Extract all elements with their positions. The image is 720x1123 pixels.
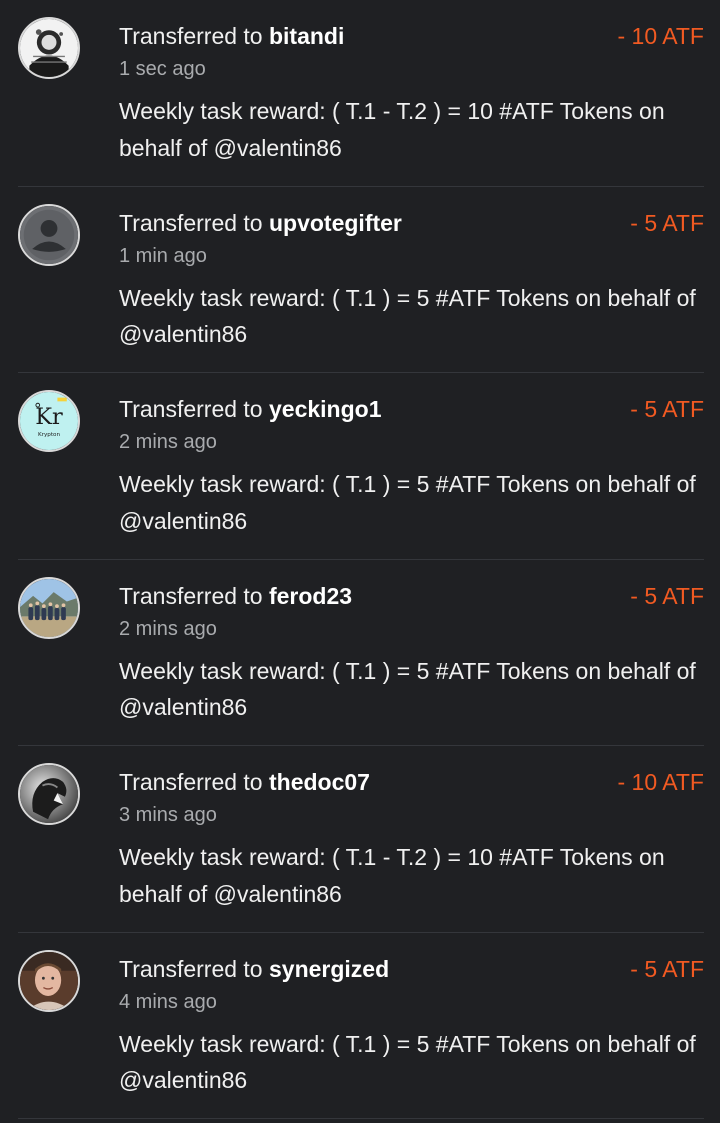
user-avatar-icon[interactable]: [18, 17, 80, 79]
transfer-prefix: Transferred to: [119, 955, 263, 982]
transfer-item: Transferred to upvotegifter - 5 ATF 1 mi…: [18, 187, 704, 373]
element-name: Krypton: [38, 432, 60, 438]
recipient-username[interactable]: upvotegifter: [269, 210, 402, 236]
element-symbol: Kr: [35, 404, 63, 430]
transfer-prefix: Transferred to: [119, 23, 263, 49]
transfer-prefix: Transferred to: [119, 209, 263, 236]
transfer-item: Transferred to synergized - 5 ATF 4 mins…: [18, 933, 704, 1119]
recipient-username[interactable]: bitandi: [269, 23, 344, 49]
transfer-feed: Transferred to bitandi - 10 ATF 1 sec ag…: [0, 0, 720, 1123]
recipient-username[interactable]: yeckingo1: [269, 396, 382, 422]
transfer-title: Transferred to thedoc07: [119, 767, 370, 797]
transfer-title: Transferred to upvotegifter: [119, 208, 402, 238]
transfer-memo: Weekly task reward: ( T.1 ) = 5 #ATF Tok…: [119, 657, 696, 721]
recipient-username[interactable]: thedoc07: [269, 769, 370, 795]
timestamp: 4 mins ago: [119, 990, 217, 1013]
transfer-prefix: Transferred to: [119, 582, 263, 609]
timestamp: 3 mins ago: [119, 804, 217, 826]
transfer-memo: Weekly task reward: ( T.1 ) = 5 #ATF Tok…: [119, 1030, 696, 1094]
recipient-username[interactable]: synergized: [269, 956, 389, 982]
timestamp: 2 mins ago: [119, 431, 217, 453]
transfer-title: Transferred to yeckingo1: [119, 394, 381, 424]
transfer-memo: Weekly task reward: ( T.1 ) = 5 #ATF Tok…: [119, 284, 696, 348]
transfer-memo: Weekly task reward: ( T.1 - T.2 ) = 10 #…: [119, 844, 665, 907]
transfer-prefix: Transferred to: [119, 396, 263, 422]
transfer-title: Transferred to synergized: [119, 954, 389, 984]
default-avatar-icon[interactable]: [18, 203, 80, 266]
timestamp: 1 min ago: [119, 244, 207, 267]
timestamp: 2 mins ago: [119, 617, 217, 640]
transfer-item: Kr Krypton Transferred to yeckingo1 - 5 …: [18, 373, 704, 560]
transfer-memo: Weekly task reward: ( T.1 ) = 5 #ATF Tok…: [119, 471, 696, 534]
transfer-item: Transferred to ferod23 - 5 ATF 2 mins ag…: [18, 560, 704, 746]
transfer-amount: - 10 ATF: [617, 769, 705, 795]
group-photo-avatar-icon[interactable]: [18, 576, 80, 639]
timestamp: 1 sec ago: [119, 58, 206, 80]
transfer-amount: - 10 ATF: [617, 23, 705, 49]
lion-avatar-icon[interactable]: [18, 763, 80, 825]
transfer-memo: Weekly task reward: ( T.1 - T.2 ) = 10 #…: [119, 98, 665, 161]
transfer-amount: - 5 ATF: [630, 209, 704, 236]
transfer-amount: - 5 ATF: [630, 582, 704, 609]
krypton-element-icon[interactable]: Kr Krypton: [18, 390, 80, 452]
transfer-amount: - 5 ATF: [630, 955, 704, 982]
transfer-title: Transferred to bitandi: [119, 21, 344, 51]
transfer-item: Transferred to bitandi - 10 ATF 1 sec ag…: [18, 0, 704, 187]
person-photo-avatar-icon[interactable]: [18, 949, 80, 1012]
transfer-item: Transferred to thedoc07 - 10 ATF 3 mins …: [18, 746, 704, 933]
recipient-username[interactable]: ferod23: [269, 583, 352, 609]
transfer-prefix: Transferred to: [119, 769, 263, 795]
transfer-amount: - 5 ATF: [630, 396, 704, 422]
transfer-title: Transferred to ferod23: [119, 581, 352, 611]
